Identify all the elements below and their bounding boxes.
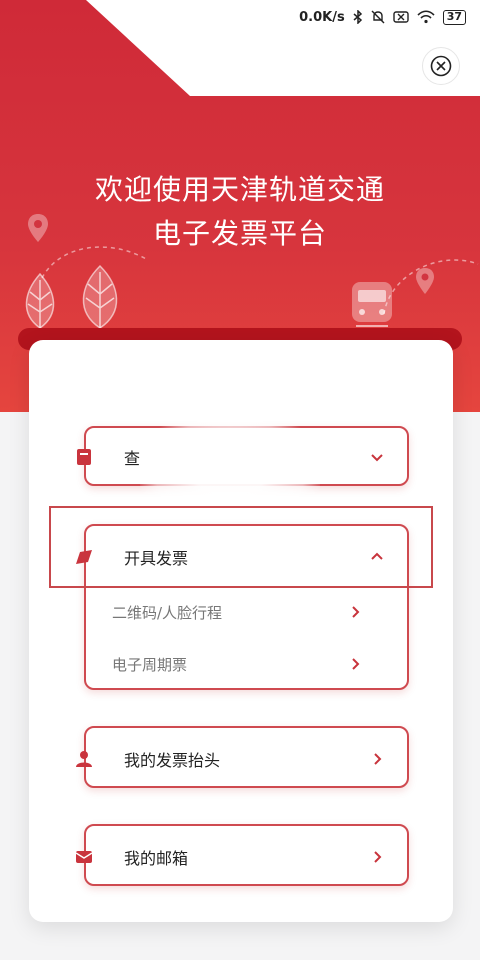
invoice-header-row[interactable]: 我的发票抬头 — [76, 730, 407, 788]
close-button[interactable] — [422, 47, 460, 85]
document-icon — [77, 449, 91, 465]
issue-invoice-row[interactable]: 开具发票 — [76, 528, 407, 586]
sim-off-icon — [392, 11, 409, 23]
dashed-arc-decoration-icon — [383, 259, 479, 315]
mailbox-menu[interactable]: 我的邮箱 — [75, 824, 409, 886]
query-row[interactable]: 查 — [77, 428, 407, 486]
battery-icon: 37 — [442, 9, 466, 25]
page-title: 欢迎使用天津轨道交通 电子发票平台 — [0, 168, 480, 256]
sub-item-label: 电子周期票 — [112, 656, 188, 674]
mute-bell-icon — [371, 10, 385, 24]
battery-level: 37 — [446, 10, 462, 23]
status-bar: 0.0K/s 37 — [0, 0, 480, 34]
bluetooth-icon — [353, 10, 363, 24]
network-speed: 0.0K/s — [299, 9, 345, 25]
mailbox-label: 我的邮箱 — [124, 849, 189, 868]
title-line-1: 欢迎使用天津轨道交通 — [94, 173, 385, 206]
issue-invoice-label: 开具发票 — [124, 549, 189, 568]
invoice-header-label: 我的发票抬头 — [124, 751, 221, 770]
chevron-right-icon — [374, 753, 382, 765]
chevron-right-icon — [374, 851, 382, 863]
mailbox-row[interactable]: 我的邮箱 — [75, 828, 407, 886]
sub-item-label: 二维码/人脸行程 — [112, 604, 223, 622]
chevron-right-icon — [352, 658, 360, 670]
query-label: 查 — [124, 449, 141, 468]
chevron-down-icon — [371, 454, 383, 462]
sub-item-periodic-ticket[interactable]: 电子周期票 — [86, 642, 407, 686]
invoice-header-menu[interactable]: 我的发票抬头 — [76, 726, 409, 788]
issue-invoice-menu[interactable]: 开具发票 二维码/人脸行程 电子周期票 — [76, 524, 409, 690]
chevron-up-icon — [371, 552, 383, 560]
wifi-icon — [417, 10, 435, 24]
invoice-issue-icon — [76, 550, 92, 564]
user-icon — [76, 751, 92, 767]
sub-item-qrcode-face[interactable]: 二维码/人脸行程 — [86, 590, 407, 634]
close-icon — [430, 55, 452, 77]
title-line-2: 电子发票平台 — [152, 217, 327, 250]
query-menu[interactable]: 查 — [77, 426, 409, 486]
mail-icon — [75, 851, 93, 863]
chevron-right-icon — [352, 606, 360, 618]
